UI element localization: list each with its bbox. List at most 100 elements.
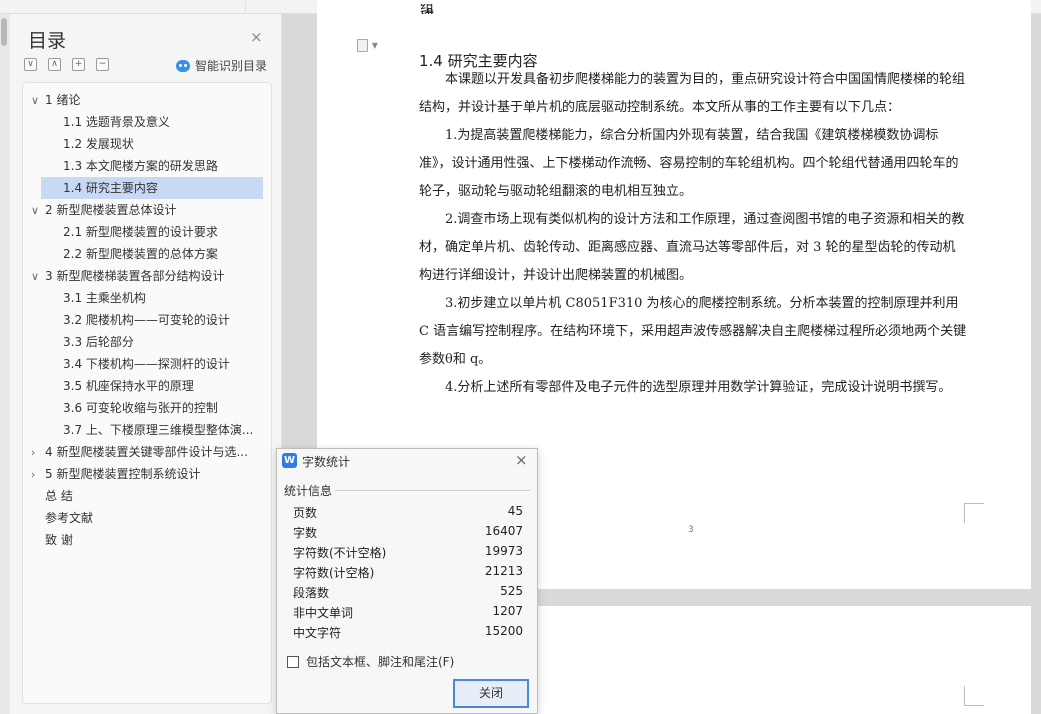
stat-value: 19973	[484, 544, 523, 558]
section-divider	[335, 490, 530, 491]
stat-row-paragraphs: 段落数 525	[293, 582, 523, 602]
toc-item[interactable]: 总 结	[45, 485, 263, 507]
previous-text-fragment: 组成。	[420, 4, 448, 14]
toc-item[interactable]: 1.2 发展现状	[41, 133, 263, 155]
body-text: 本课题以开发具备初步爬楼梯能力的装置为目的，重点研究设计符合中国国情爬楼梯的轮组…	[419, 66, 967, 402]
toc-item[interactable]: 3.2 爬楼机构——可变轮的设计	[41, 309, 263, 331]
stat-row-chars-no-spaces: 字符数(不计空格) 19973	[293, 542, 523, 562]
stat-row-non-chinese-words: 非中文单词 1207	[293, 602, 523, 622]
smart-toc-button[interactable]: 智能识别目录	[176, 57, 267, 74]
toc-item-label: 1.4 研究主要内容	[63, 181, 158, 195]
dialog-header[interactable]: W 字数统计 ×	[277, 449, 537, 473]
stat-row-pages: 页数 45	[293, 502, 523, 522]
stat-label: 字符数(不计空格)	[293, 546, 387, 560]
toc-list: ∨ 1 绪论 1.1 选题背景及意义 1.2 发展现状 1.3 本文爬楼方案的研发思路 1…	[22, 82, 272, 704]
stat-label: 字符数(计空格)	[293, 566, 375, 580]
chevron-down-icon[interactable]: ∨	[31, 90, 45, 111]
toc-item-label: 1.3 本文爬楼方案的研发思路	[63, 159, 218, 173]
remove-level-icon[interactable]: −	[96, 58, 109, 71]
stat-row-chars-with-spaces: 字符数(计空格) 21213	[293, 562, 523, 582]
toc-item[interactable]: 3.3 后轮部分	[41, 331, 263, 353]
paragraph: 本课题以开发具备初步爬楼梯能力的装置为目的，重点研究设计符合中国国情爬楼梯的轮组…	[419, 72, 966, 115]
toc-item[interactable]: 3.6 可变轮收缩与张开的控制	[41, 397, 263, 419]
page-number: 3	[688, 525, 694, 535]
stat-label: 字数	[293, 526, 318, 540]
word-count-dialog: W 字数统计 × 统计信息 页数 45 字数 16407 字符数(不计空格) 1…	[276, 448, 538, 714]
paragraph: 2.调查市场上现有类似机构的设计方法和工作原理，通过查阅图书馆的电子资源和相关的…	[419, 212, 965, 283]
paragraph: 3.初步建立以单片机 C8051F310 为核心的爬楼控制系统。分析本装置的控制…	[419, 296, 967, 367]
stat-label: 非中文单词	[293, 606, 354, 620]
toc-item[interactable]: › 4 新型爬楼装置关键零部件设计与选...	[31, 441, 263, 463]
smart-toc-label: 智能识别目录	[195, 59, 268, 73]
toc-item[interactable]: ∨ 3 新型爬楼梯装置各部分结构设计	[31, 265, 263, 287]
toc-item-label: 3.6 可变轮收缩与张开的控制	[63, 401, 218, 415]
toc-item[interactable]: 致 谢	[45, 529, 263, 551]
stat-row-chinese-chars: 中文字符 15200	[293, 622, 523, 642]
stat-label: 中文字符	[293, 626, 342, 640]
stat-label: 页数	[293, 506, 318, 520]
close-icon[interactable]: ×	[250, 28, 263, 46]
stat-value: 525	[500, 584, 523, 598]
page-margin-mark	[964, 686, 984, 706]
toc-item[interactable]: 3.5 机座保持水平的原理	[41, 375, 263, 397]
toc-item[interactable]: › 5 新型爬楼装置控制系统设计	[31, 463, 263, 485]
toc-item-label: 3.4 下楼机构——探测杆的设计	[63, 357, 230, 371]
stats-section-label: 统计信息	[284, 484, 333, 498]
toc-item[interactable]: 3.1 主乘坐机构	[41, 287, 263, 309]
toc-item[interactable]: 2.1 新型爬楼装置的设计要求	[41, 221, 263, 243]
ruler-divider	[245, 0, 246, 14]
chevron-down-icon: ▾	[371, 38, 378, 52]
toc-item-label: 总 结	[45, 489, 73, 503]
toc-item-label: 参考文献	[45, 511, 94, 525]
toc-item-label: 1.1 选题背景及意义	[63, 115, 170, 129]
toc-item-label: 2.2 新型爬楼装置的总体方案	[63, 247, 218, 261]
stat-value: 45	[507, 504, 523, 518]
toc-item-label: 3.3 后轮部分	[63, 335, 134, 349]
stat-value: 15200	[484, 624, 523, 638]
paragraph: 4.分析上述所有零部件及电子元件的选型原理并用数学计算验证，完成设计说明书撰写。	[445, 380, 952, 395]
toc-item[interactable]: 1.1 选题背景及意义	[41, 111, 263, 133]
toc-item[interactable]: 参考文献	[45, 507, 263, 529]
toc-item[interactable]: ∨ 2 新型爬楼装置总体设计	[31, 199, 263, 221]
chevron-right-icon[interactable]: ›	[31, 442, 45, 463]
chevron-down-icon[interactable]: ∨	[31, 266, 45, 287]
stat-value: 21213	[484, 564, 523, 578]
include-textbox-footnotes-checkbox[interactable]: 包括文本框、脚注和尾注(F)	[287, 653, 454, 670]
wps-app-icon: W	[282, 453, 297, 468]
toc-item-label: 3.2 爬楼机构——可变轮的设计	[63, 313, 230, 327]
stat-label: 段落数	[293, 586, 330, 600]
expand-all-icon[interactable]: ∧	[48, 58, 61, 71]
stat-row-words: 字数 16407	[293, 522, 523, 542]
toc-item-label: 3 新型爬楼梯装置各部分结构设计	[45, 269, 225, 283]
add-level-icon[interactable]: +	[72, 58, 85, 71]
toc-item-label: 3.7 上、下楼原理三维模型整体演...	[63, 423, 254, 437]
collapse-all-icon[interactable]: ∨	[24, 58, 37, 71]
toc-item[interactable]: 3.7 上、下楼原理三维模型整体演...	[41, 419, 263, 441]
toc-item[interactable]: 3.4 下楼机构——探测杆的设计	[41, 353, 263, 375]
close-button[interactable]: 关闭	[453, 679, 529, 708]
toc-item[interactable]: 1.3 本文爬楼方案的研发思路	[41, 155, 263, 177]
toc-item[interactable]: 2.2 新型爬楼装置的总体方案	[41, 243, 263, 265]
checkbox-box[interactable]	[287, 655, 299, 668]
scrollbar-thumb[interactable]	[1, 18, 7, 46]
checkbox-label: 包括文本框、脚注和尾注(F)	[306, 655, 455, 669]
chevron-right-icon[interactable]: ›	[31, 464, 45, 485]
toc-item-label: 5 新型爬楼装置控制系统设计	[45, 467, 201, 481]
toc-item-label: 4 新型爬楼装置关键零部件设计与选...	[45, 445, 248, 459]
toc-item[interactable]: ∨ 1 绪论	[31, 89, 263, 111]
document-icon[interactable]: ▾	[357, 38, 387, 54]
toc-item-label: 2.1 新型爬楼装置的设计要求	[63, 225, 218, 239]
toc-item-label: 3.5 机座保持水平的原理	[63, 379, 194, 393]
toc-toolbar: ∨ ∧ + −	[24, 58, 109, 71]
toc-panel: 目录 × ∨ ∧ + − 智能识别目录 ∨ 1 绪论 1.1 选题背景及意义 1.2 …	[10, 14, 282, 714]
toc-item-label: 1 绪论	[45, 93, 81, 107]
toc-item-label: 3.1 主乘坐机构	[63, 291, 146, 305]
close-icon[interactable]: ×	[515, 451, 528, 469]
toc-title: 目录	[28, 30, 67, 52]
toc-item-label: 1.2 发展现状	[63, 137, 134, 151]
chevron-down-icon[interactable]: ∨	[31, 200, 45, 221]
left-scrollbar[interactable]	[0, 14, 10, 714]
stat-value: 1207	[492, 604, 523, 618]
toc-item[interactable]: 1.4 研究主要内容	[41, 177, 263, 199]
page-margin-mark	[964, 503, 984, 523]
